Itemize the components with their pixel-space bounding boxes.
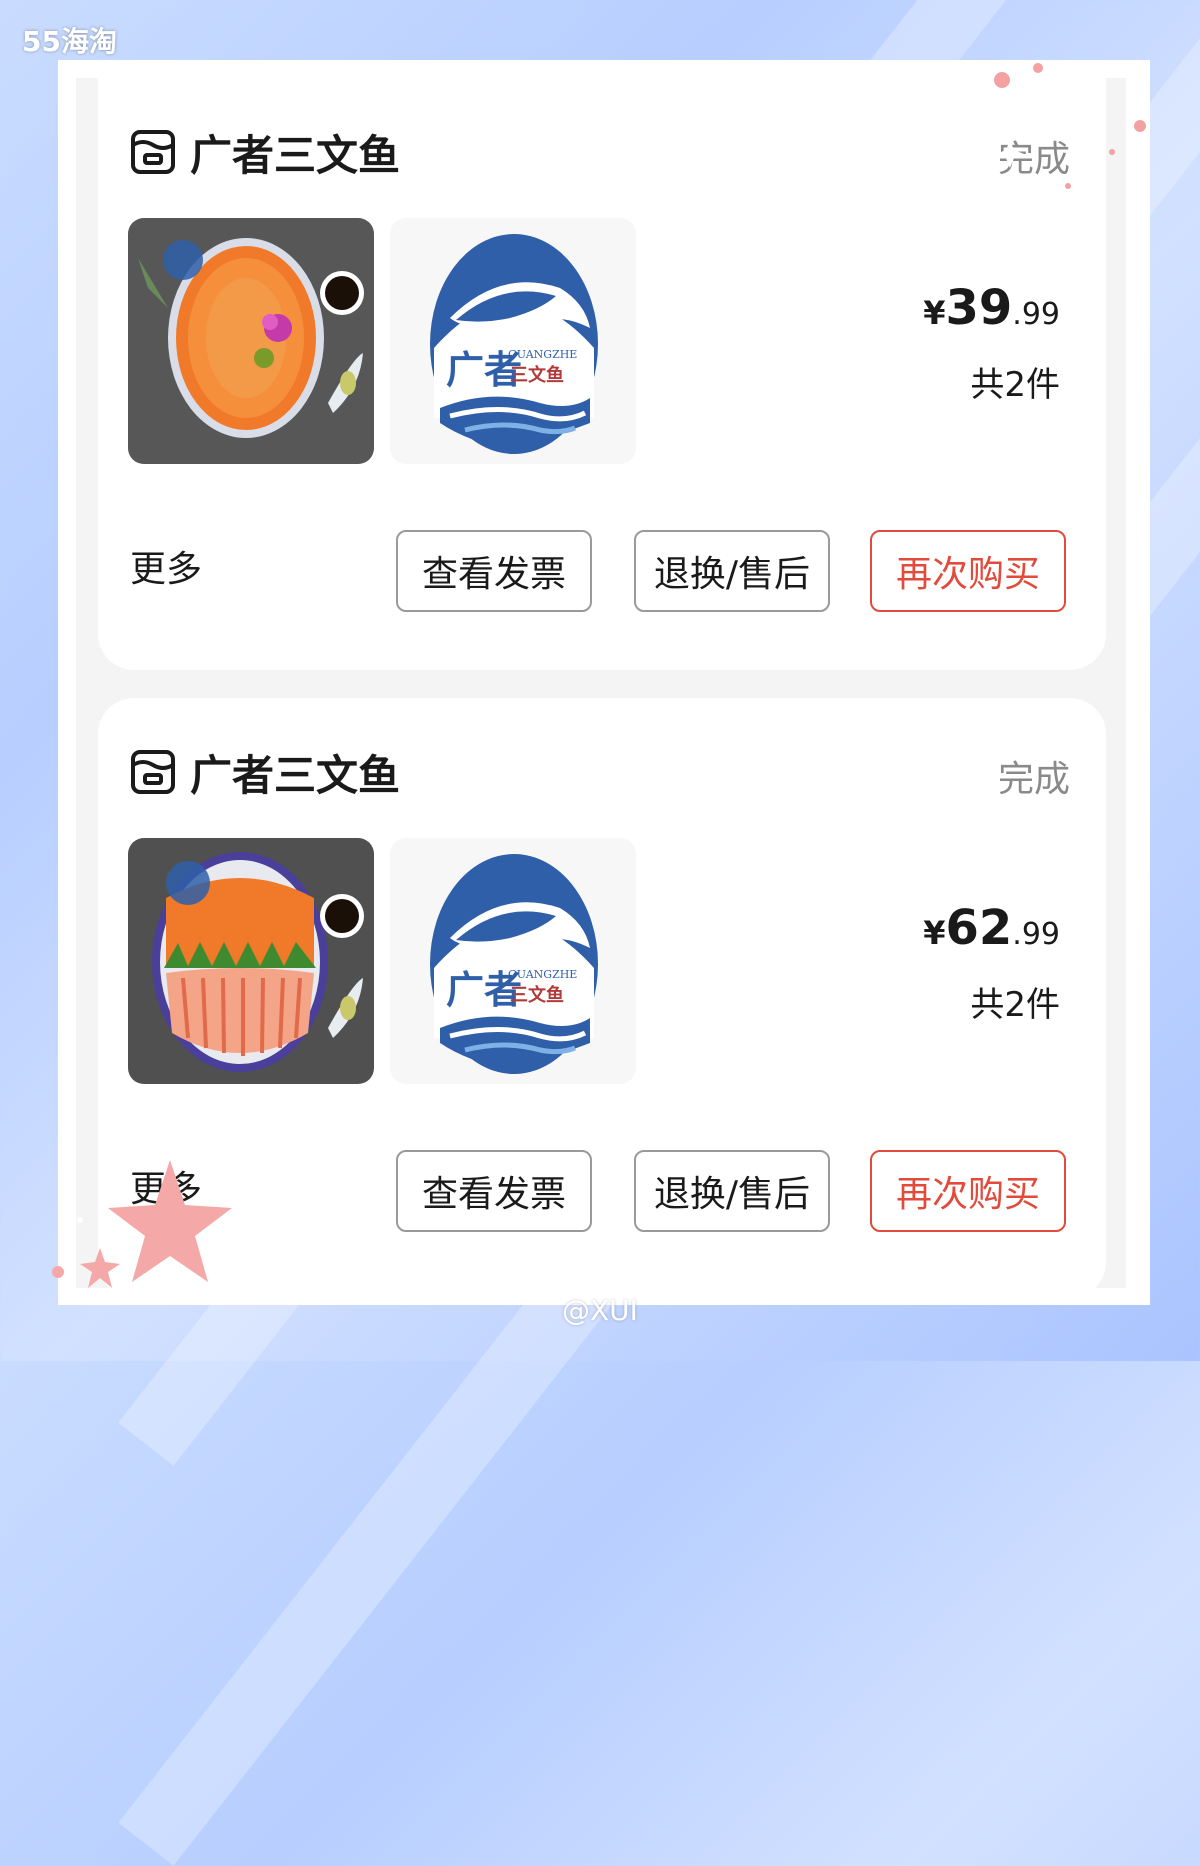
price-total: ¥62.99 xyxy=(923,900,1060,956)
watermark-55haitao: 55海淘 xyxy=(22,25,117,58)
logo-tag: 三文鱼 xyxy=(510,364,564,386)
more-link[interactable]: 更多 xyxy=(130,540,202,592)
price-total: ¥39.99 xyxy=(923,280,1060,336)
guangzhe-logo-image: GUANGZHE 广者 三文鱼 xyxy=(430,854,598,1074)
shop-icon xyxy=(131,130,175,174)
shop-header[interactable]: 广者三文鱼 xyxy=(130,744,400,800)
watermark-user: @XUI xyxy=(562,1294,638,1327)
order-price: ¥62.99 共2件 xyxy=(923,898,1060,1026)
item-count: 共2件 xyxy=(970,985,1060,1025)
salmon-shrimp-platter-image xyxy=(128,838,374,1084)
salmon-platter-image xyxy=(128,218,374,464)
sparkle-sticker xyxy=(994,63,1146,189)
order-list: 广者三文鱼 完成 GUANGZHE 广者 三文鱼 ¥39.99 共2件 更多 查… xyxy=(76,78,1126,1288)
order-price: ¥39.99 共2件 xyxy=(923,278,1060,406)
shop-header[interactable]: 广者三文鱼 xyxy=(130,124,400,180)
order-card[interactable]: 广者三文鱼 完成 xyxy=(98,78,1106,670)
shop-name: 广者三文鱼 xyxy=(190,130,401,180)
logo-tag: 三文鱼 xyxy=(510,984,564,1006)
return-aftersale-button[interactable]: 退换/售后 xyxy=(634,530,830,612)
order-card[interactable]: 广者三文鱼 完成 xyxy=(98,698,1106,1288)
product-image-salmon-platter[interactable] xyxy=(128,218,374,464)
item-count: 共2件 xyxy=(970,365,1060,405)
screenshot-frame: 广者三文鱼 完成 GUANGZHE 广者 三文鱼 ¥39.99 共2件 更多 查… xyxy=(58,60,1150,1305)
buy-again-button[interactable]: 再次购买 xyxy=(870,530,1066,612)
shop-name: 广者三文鱼 xyxy=(190,750,401,800)
product-image-logo[interactable]: GUANGZHE 广者 三文鱼 xyxy=(390,838,636,1084)
order-status: 完成 xyxy=(997,759,1070,800)
return-aftersale-button[interactable]: 退换/售后 xyxy=(634,1150,830,1232)
guangzhe-logo-image: GUANGZHE 广者 三文鱼 xyxy=(430,234,598,454)
product-image-salmon-shrimp-platter[interactable] xyxy=(128,838,374,1084)
shop-icon xyxy=(131,750,175,794)
starfish-sticker xyxy=(52,1160,232,1288)
view-invoice-button[interactable]: 查看发票 xyxy=(396,530,592,612)
view-invoice-button[interactable]: 查看发票 xyxy=(396,1150,592,1232)
buy-again-button[interactable]: 再次购买 xyxy=(870,1150,1066,1232)
product-image-logo[interactable]: GUANGZHE 广者 三文鱼 xyxy=(390,218,636,464)
